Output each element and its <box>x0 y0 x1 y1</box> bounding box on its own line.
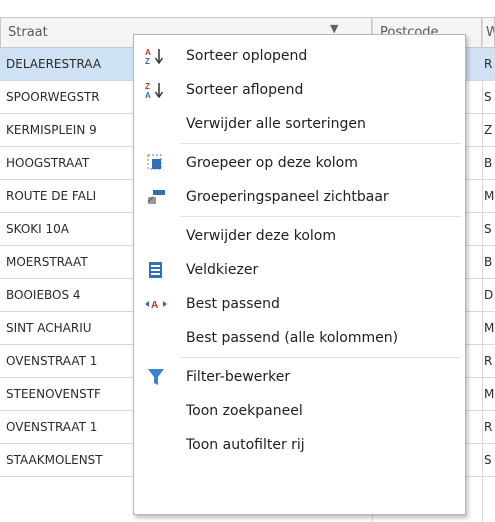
cell-w: M <box>484 387 495 401</box>
cell-w: M <box>484 321 495 335</box>
menu-item-clear-sorting[interactable]: Verwijder alle sorteringen <box>134 107 465 141</box>
svg-text:A: A <box>145 48 151 57</box>
menu-item-label: Verwijder alle sorteringen <box>186 116 366 132</box>
menu-separator <box>180 143 461 144</box>
cell-w: S <box>484 453 492 467</box>
menu-item-label: Sorteer aflopend <box>186 82 304 98</box>
group-by-column-icon <box>147 154 162 170</box>
column-header-label: Straat <box>8 25 48 40</box>
menu-item-label: Groeperingspaneel zichtbaar <box>186 189 389 205</box>
menu-item-show-search-panel[interactable]: Toon zoekpaneel <box>134 394 465 428</box>
menu-item-sort-ascending[interactable]: A Z Sorteer oplopend <box>134 39 465 73</box>
menu-item-label: Toon autofilter rij <box>186 437 305 453</box>
svg-text:Z: Z <box>145 57 150 65</box>
cell-w: Z <box>484 123 493 137</box>
column-context-menu: A Z Sorteer oplopend Z A Sorteer aflopen… <box>133 34 466 515</box>
cell-w: R <box>484 420 493 434</box>
sort-ascending-icon: A Z <box>145 48 164 65</box>
cell-w: B <box>484 255 493 269</box>
menu-item-best-fit-all-columns[interactable]: Best passend (alle kolommen) <box>134 321 465 355</box>
menu-item-filter-editor[interactable]: Filter-bewerker <box>134 360 465 394</box>
menu-item-label: Verwijder deze kolom <box>186 228 336 244</box>
svg-text:A: A <box>151 300 158 311</box>
menu-item-group-panel-visible[interactable]: Groeperingspaneel zichtbaar <box>134 180 465 214</box>
menu-item-label: Groepeer op deze kolom <box>186 155 358 171</box>
menu-separator <box>180 216 461 217</box>
cell-w: R <box>484 354 493 368</box>
cell-w: S <box>484 90 492 104</box>
grid-top-area <box>0 0 495 17</box>
menu-item-best-fit[interactable]: A Best passend <box>134 287 465 321</box>
cell-w: B <box>484 156 493 170</box>
menu-item-label: Best passend <box>186 296 280 312</box>
menu-item-label: Best passend (alle kolommen) <box>186 330 399 346</box>
column-header-w[interactable]: W <box>482 17 495 48</box>
column-header-label: W <box>486 25 494 40</box>
filter-icon <box>148 369 164 385</box>
svg-text:A: A <box>145 91 151 99</box>
cell-w: S <box>484 222 492 236</box>
cell-w: M <box>484 189 495 203</box>
menu-item-label: Toon zoekpaneel <box>186 403 303 419</box>
menu-item-group-by-column[interactable]: Groepeer op deze kolom <box>134 146 465 180</box>
cell-w: R <box>484 57 493 71</box>
menu-item-label: Veldkiezer <box>186 262 259 278</box>
menu-item-remove-column[interactable]: Verwijder deze kolom <box>134 219 465 253</box>
svg-text:Z: Z <box>145 82 150 91</box>
sort-descending-icon: Z A <box>145 82 164 99</box>
field-chooser-icon <box>149 262 162 278</box>
menu-separator <box>180 357 461 358</box>
cell-w: D <box>484 288 494 302</box>
menu-item-sort-descending[interactable]: Z A Sorteer aflopend <box>134 73 465 107</box>
menu-item-label: Filter-bewerker <box>186 369 291 385</box>
group-panel-icon <box>147 190 165 204</box>
menu-item-show-autofilter-row[interactable]: Toon autofilter rij <box>134 428 465 462</box>
best-fit-icon: A <box>145 300 167 311</box>
menu-item-label: Sorteer oplopend <box>186 48 308 64</box>
menu-item-field-chooser[interactable]: Veldkiezer <box>134 253 465 287</box>
